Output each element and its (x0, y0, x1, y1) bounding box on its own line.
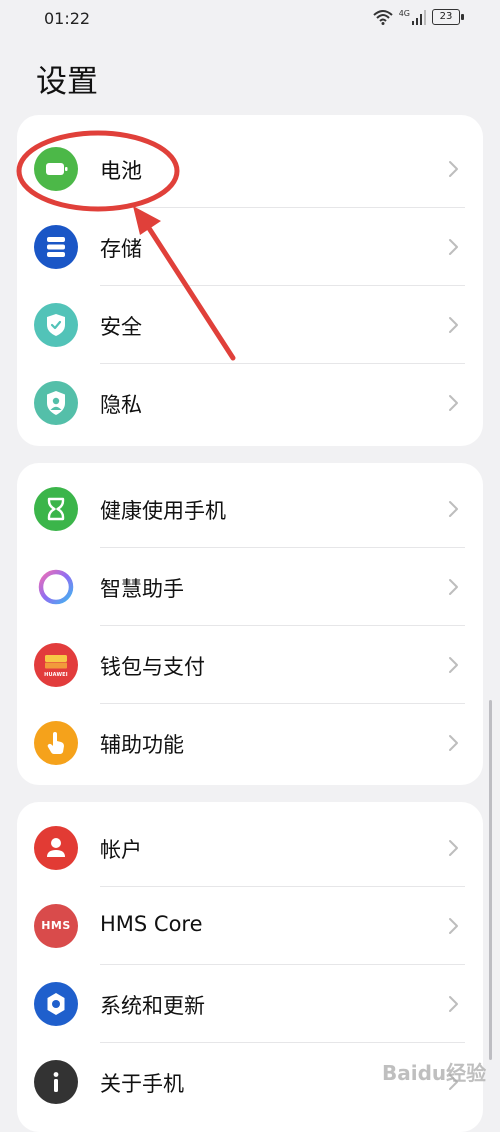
settings-item-label: 关于手机 (100, 1072, 184, 1096)
chevron-right-icon (449, 996, 458, 1012)
settings-item-label: 安全 (100, 315, 142, 339)
network-type-label: 4G (398, 8, 410, 18)
battery-indicator: 23 (432, 9, 464, 25)
chevron-right-icon (449, 840, 458, 856)
hms-icon: HMS (34, 904, 78, 948)
settings-item-system-update[interactable]: 系统和更新 (17, 965, 483, 1043)
settings-item-label: 存储 (100, 237, 142, 261)
status-icons: 4G 23 (373, 8, 464, 25)
chevron-right-icon (449, 161, 458, 177)
settings-item-accessibility[interactable]: 辅助功能 (17, 704, 483, 782)
settings-item-security[interactable]: 安全 (17, 286, 483, 364)
hourglass-icon (34, 487, 78, 531)
chevron-right-icon (449, 395, 458, 411)
settings-item-wallet-payment[interactable]: HUAWEI 钱包与支付 (17, 626, 483, 704)
scrollbar[interactable] (489, 700, 492, 1060)
settings-item-privacy[interactable]: 隐私 (17, 364, 483, 442)
chevron-right-icon (449, 918, 458, 934)
chevron-right-icon (449, 317, 458, 333)
hms-icon-text: HMS (41, 919, 71, 932)
wallet-icon: HUAWEI (34, 643, 78, 687)
status-time: 01:22 (44, 9, 91, 28)
settings-item-label: 钱包与支付 (100, 655, 205, 679)
page-title: 设置 (36, 64, 98, 100)
settings-item-label: 智慧助手 (100, 577, 184, 601)
settings-item-hms-core[interactable]: HMS HMS Core (17, 887, 483, 965)
chevron-right-icon (449, 579, 458, 595)
chevron-right-icon (449, 735, 458, 751)
wifi-icon (373, 10, 393, 25)
settings-group-2: 健康使用手机 智慧助手 HUAWEI 钱包与支付 辅助功能 (17, 463, 483, 785)
settings-item-digital-balance[interactable]: 健康使用手机 (17, 470, 483, 548)
settings-item-battery[interactable]: 电池 (17, 130, 483, 208)
chevron-right-icon (449, 657, 458, 673)
chevron-right-icon (449, 239, 458, 255)
settings-item-label: 系统和更新 (100, 994, 205, 1018)
privacy-icon (34, 381, 78, 425)
settings-item-label: 隐私 (100, 393, 142, 417)
settings-item-label: 辅助功能 (100, 733, 184, 757)
storage-icon (34, 225, 78, 269)
battery-icon (34, 147, 78, 191)
settings-item-account[interactable]: 帐户 (17, 809, 483, 887)
status-bar: 01:22 4G 23 (0, 0, 500, 40)
hand-icon (34, 721, 78, 765)
settings-item-label: 帐户 (100, 838, 142, 862)
gear-icon (34, 982, 78, 1026)
account-icon (34, 826, 78, 870)
settings-item-label: 电池 (100, 159, 142, 183)
settings-item-label: 健康使用手机 (100, 499, 226, 523)
chevron-right-icon (449, 501, 458, 517)
watermark: Baidu经验 (382, 1061, 487, 1085)
settings-item-label: HMS Core (100, 912, 203, 936)
settings-group-1: 电池 存储 安全 隐私 (17, 115, 483, 446)
shield-icon (34, 303, 78, 347)
wallet-brand-text: HUAWEI (44, 672, 68, 678)
info-icon (34, 1060, 78, 1104)
signal-icon (412, 10, 426, 25)
settings-item-storage[interactable]: 存储 (17, 208, 483, 286)
assistant-ring-icon (34, 565, 78, 609)
settings-item-smart-assistant[interactable]: 智慧助手 (17, 548, 483, 626)
